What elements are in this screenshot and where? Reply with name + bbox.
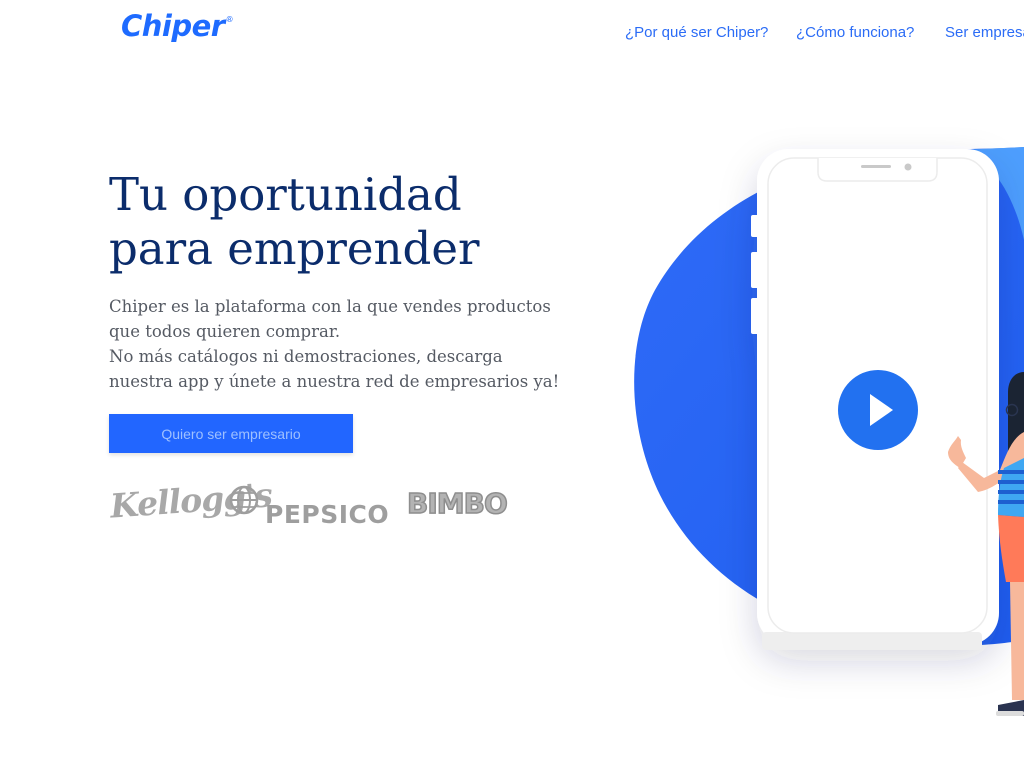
phone-camera	[904, 163, 912, 171]
phone-notch	[817, 158, 938, 182]
phone-base	[762, 632, 982, 650]
play-video-button[interactable]	[838, 370, 918, 450]
phone-speaker	[861, 165, 891, 168]
play-icon	[870, 394, 893, 426]
